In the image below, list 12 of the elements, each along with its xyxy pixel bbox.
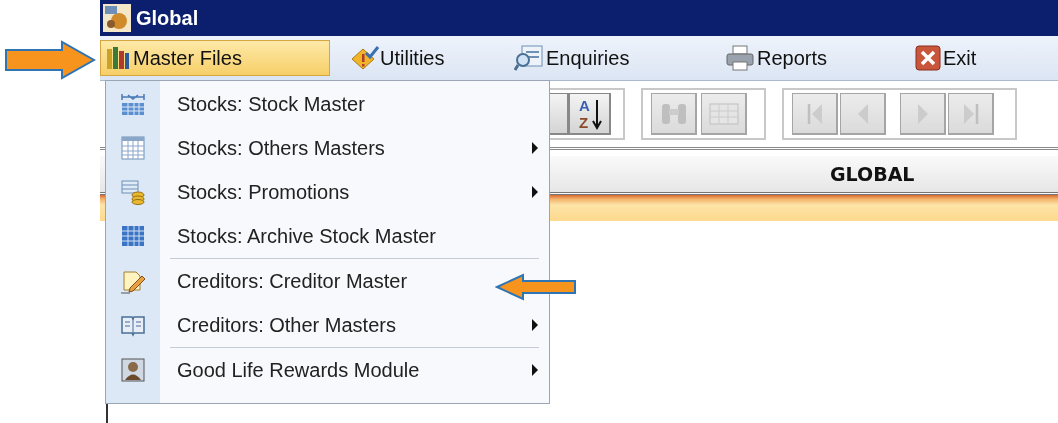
menu-item[interactable]: Creditors: Creditor Master [106, 259, 418, 303]
menu-item[interactable]: Utilities [330, 40, 510, 76]
menu-item[interactable]: Stocks: Archive Stock Master [106, 214, 446, 258]
menu-item[interactable]: Exit [895, 40, 1035, 76]
menu-item[interactable]: Enquiries [510, 40, 700, 76]
sort-button[interactable]: A Z [569, 93, 611, 135]
menu-item[interactable]: Reports [700, 40, 895, 76]
menu-item[interactable]: Creditors: Other Masters [106, 303, 549, 347]
window-title: Global [136, 6, 199, 30]
menu-item[interactable]: Good Life Rewards Module [106, 348, 549, 392]
menu-item[interactable]: Master Files [100, 40, 330, 76]
menu-item[interactable]: Stocks: Stock Master [106, 82, 375, 126]
